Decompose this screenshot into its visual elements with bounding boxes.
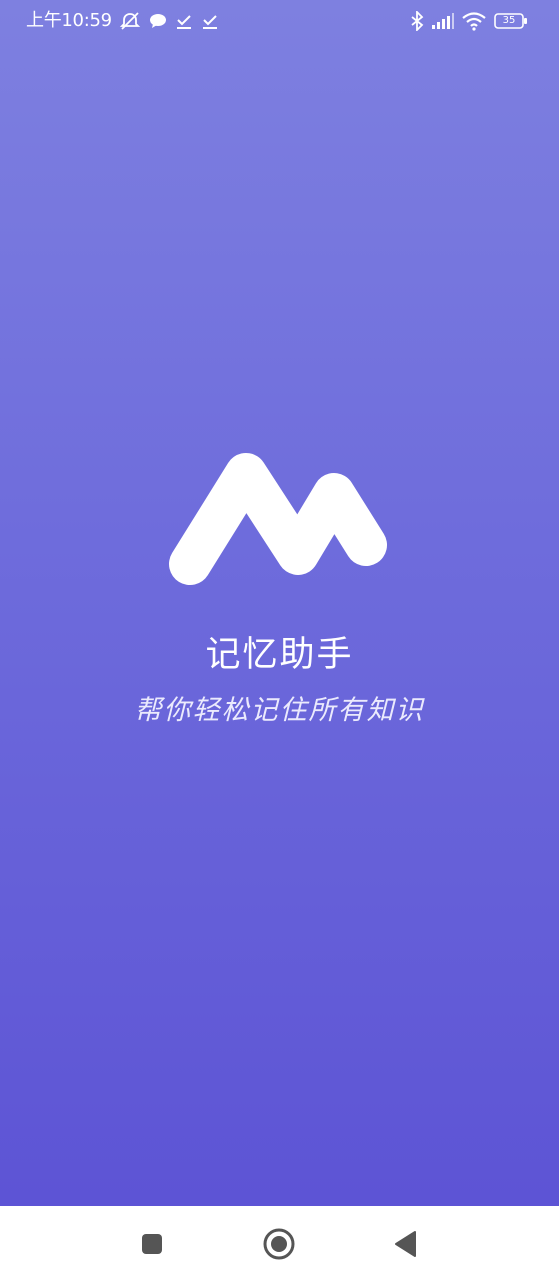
download-check-icon <box>174 11 194 31</box>
m-logo-icon <box>168 450 390 590</box>
battery-icon: 35 <box>492 11 530 31</box>
home-circle-icon <box>263 1228 295 1260</box>
chat-bubble-icon <box>148 11 168 31</box>
back-button[interactable] <box>386 1224 426 1264</box>
app-title: 记忆助手 <box>205 635 354 675</box>
splash-screen: 上午10:59 35 记忆助手 帮你轻松记住所有知识 <box>0 0 559 1280</box>
recent-apps-button[interactable] <box>132 1224 172 1264</box>
wifi-icon <box>460 11 488 31</box>
status-time: 上午10:59 <box>26 10 112 31</box>
status-bar: 上午10:59 35 <box>0 0 559 44</box>
mute-notification-icon <box>118 11 142 31</box>
signal-icon <box>430 11 456 31</box>
download-check-icon <box>200 11 220 31</box>
square-icon <box>142 1234 162 1254</box>
battery-level: 35 <box>502 15 516 26</box>
bluetooth-icon <box>408 11 426 31</box>
home-button[interactable] <box>259 1224 299 1264</box>
app-subtitle: 帮你轻松记住所有知识 <box>134 695 425 726</box>
back-triangle-icon <box>395 1231 416 1257</box>
navigation-bar <box>0 1206 559 1280</box>
